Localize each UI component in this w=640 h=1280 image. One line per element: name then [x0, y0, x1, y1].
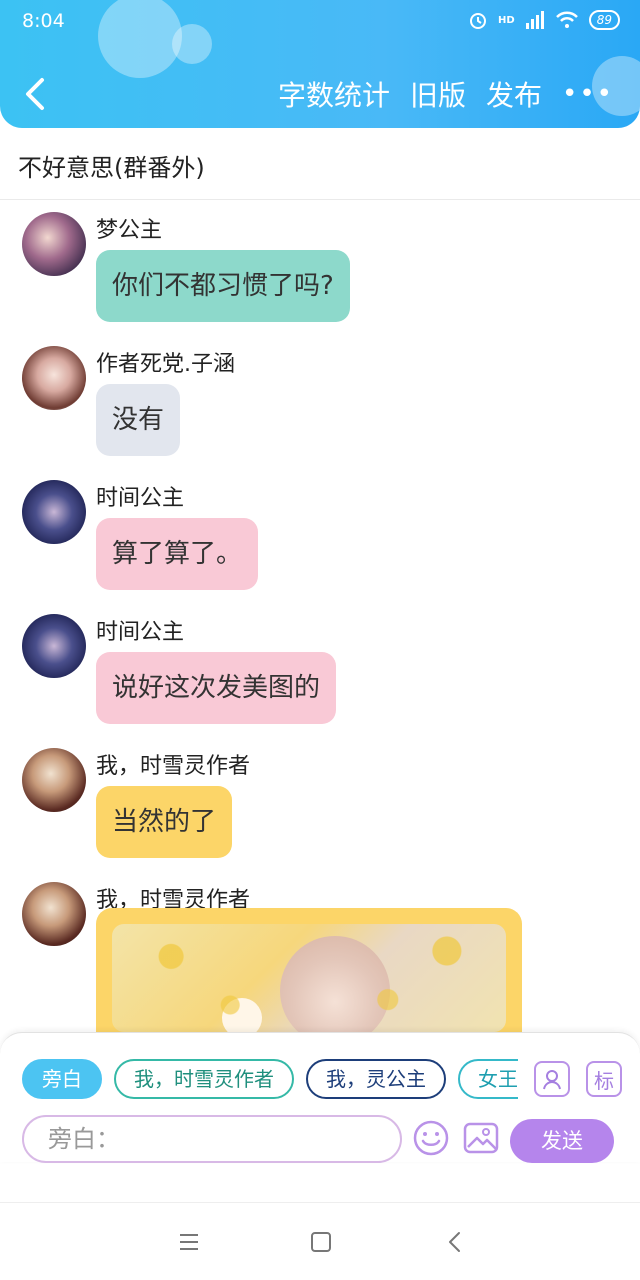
battery-indicator: 89 [588, 10, 620, 30]
sender-name: 时间公主 [96, 486, 185, 511]
image-icon [463, 1122, 499, 1154]
back-nav-button[interactable] [440, 1227, 470, 1257]
image-upload-button[interactable] [462, 1119, 500, 1157]
story-title-row[interactable]: 不好意思(群番外) [0, 128, 640, 200]
chevron-left-icon [449, 1232, 460, 1252]
header-actions: 字数统计 旧版 发布 ••• [278, 74, 614, 114]
alarm-icon [470, 13, 487, 29]
role-chip-author[interactable]: 我，时雪灵作者 [114, 1059, 294, 1099]
role-chip-queen[interactable]: 女王 [458, 1059, 518, 1099]
menu-icon [180, 1234, 198, 1250]
story-title[interactable]: 不好意思(群番外) [18, 148, 205, 183]
avatar[interactable] [22, 212, 86, 276]
message-item: 时间公主 算了算了。 [22, 468, 622, 592]
avatar[interactable] [22, 882, 86, 946]
old-version-button[interactable]: 旧版 [410, 74, 466, 114]
message-bubble[interactable]: 当然的了 [96, 786, 233, 858]
system-nav-bar [0, 1202, 640, 1280]
avatar[interactable] [22, 346, 86, 410]
send-button[interactable]: 发送 [510, 1119, 614, 1163]
message-bubble[interactable]: 没有 [96, 384, 181, 456]
message-input[interactable]: 旁白： [22, 1115, 402, 1163]
sender-name: 梦公主 [96, 218, 163, 243]
message-bubble[interactable]: 算了算了。 [96, 518, 259, 590]
smiley-icon [413, 1120, 449, 1156]
role-selector[interactable]: 旁白 我，时雪灵作者 我，灵公主 女王 [22, 1059, 518, 1103]
character-manage-button[interactable] [534, 1061, 570, 1097]
network-type: HD [498, 14, 515, 26]
message-list[interactable]: 梦公主 你们不都习惯了吗? 作者死党.子涵 没有 时间公主 算了算了。 时间公主… [0, 200, 640, 1032]
message-bubble[interactable]: 说好这次发美图的 [96, 652, 337, 724]
sender-name: 时间公主 [96, 620, 185, 645]
back-button[interactable] [18, 72, 52, 116]
status-time: 8:04 [22, 10, 65, 32]
user-card-icon [543, 1070, 561, 1090]
message-bubble[interactable]: 你们不都习惯了吗? [96, 250, 350, 322]
wifi-icon [555, 11, 578, 28]
chevron-left-icon [26, 78, 44, 110]
sender-name: 作者死党.子涵 [96, 352, 235, 377]
message-item: 我，时雪灵作者 当然的了 [22, 736, 622, 860]
signal-icon [525, 11, 544, 29]
image-leaves [112, 924, 506, 1032]
square-icon [311, 1232, 331, 1252]
publish-button[interactable]: 发布 [486, 74, 542, 114]
role-chip-narrator[interactable]: 旁白 [22, 1059, 102, 1099]
more-button[interactable]: ••• [562, 79, 614, 109]
tag-button[interactable]: 标 [586, 1061, 622, 1097]
home-nav-button[interactable] [306, 1227, 336, 1257]
avatar[interactable] [22, 480, 86, 544]
message-item: 梦公主 你们不都习惯了吗? [22, 200, 622, 324]
message-item: 作者死党.子涵 没有 [22, 334, 622, 458]
sender-name: 我，时雪灵作者 [96, 754, 251, 779]
image-message-bubble[interactable] [96, 908, 522, 1032]
word-count-button[interactable]: 字数统计 [278, 74, 390, 114]
avatar[interactable] [22, 748, 86, 812]
status-bar: 8:04 HD 89 [0, 0, 640, 46]
app-header: 8:04 HD 89 字数统计 旧版 发布 ••• [0, 0, 640, 128]
message-item: 时间公主 说好这次发美图的 [22, 602, 622, 726]
emoji-button[interactable] [412, 1119, 450, 1157]
composer-panel: 旁白 我，时雪灵作者 我，灵公主 女王 标 旁白： 发送 [0, 1032, 640, 1163]
shared-image[interactable] [112, 924, 506, 1032]
message-item: 我，时雪灵作者 [22, 870, 622, 1032]
avatar[interactable] [22, 614, 86, 678]
menu-nav-button[interactable] [174, 1227, 204, 1257]
role-chip-ling[interactable]: 我，灵公主 [306, 1059, 446, 1099]
status-icons: HD 89 [468, 10, 620, 30]
